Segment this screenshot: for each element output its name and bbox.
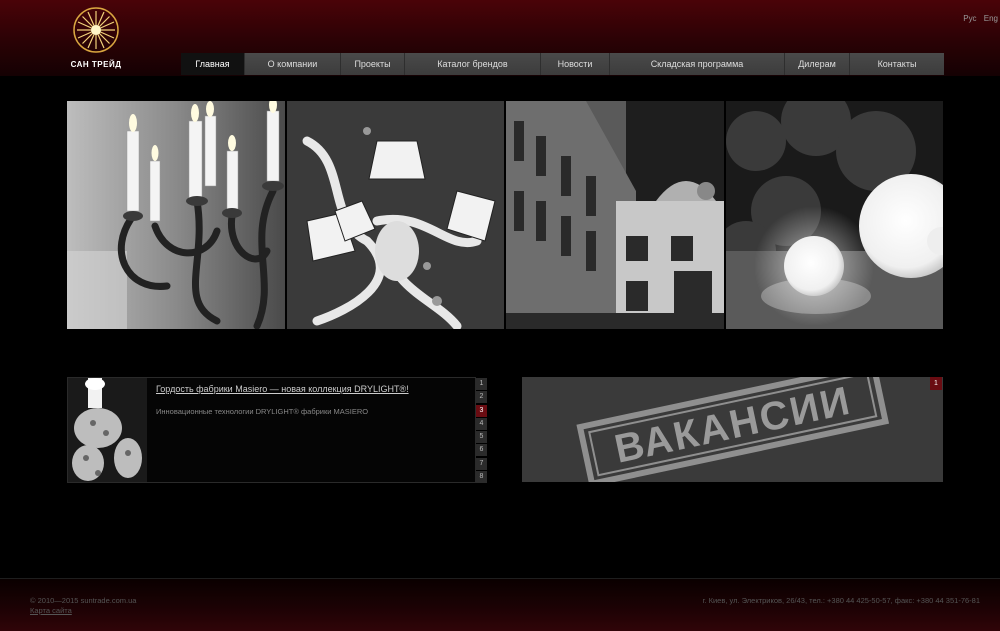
news-description: Инновационные технологии DRYLIGHT® фабри… — [156, 407, 369, 416]
nav-item-projects[interactable]: Проекты — [341, 53, 405, 75]
nav-item-home[interactable]: Главная — [181, 53, 245, 75]
news-page-3[interactable]: 3 — [476, 404, 487, 417]
lang-en-link[interactable]: Eng — [984, 14, 998, 23]
news-block: Гордость фабрики Masiero — новая коллекц… — [67, 377, 487, 484]
nav-item-news[interactable]: Новости — [541, 53, 610, 75]
news-page-6[interactable]: 6 — [476, 444, 487, 457]
news-page-1[interactable]: 1 — [476, 378, 487, 390]
banner-pager: 1 — [930, 377, 942, 391]
nav-item-dealers[interactable]: Дилерам — [785, 53, 850, 75]
logo-text: САН ТРЕЙД — [70, 60, 122, 69]
banner-page-1[interactable]: 1 — [930, 377, 942, 390]
sitemap-link[interactable]: Карта сайта — [30, 606, 72, 615]
news-page-8[interactable]: 8 — [476, 471, 487, 484]
news-pager: 1 2 3 4 5 6 7 8 — [476, 378, 489, 484]
nav-item-contacts[interactable]: Контакты — [850, 53, 944, 75]
vacancies-banner[interactable]: ВАКАНСИИ — [522, 377, 943, 482]
news-page-4[interactable]: 4 — [476, 417, 487, 430]
news-title-link[interactable]: Гордость фабрики Masiero — новая коллекц… — [156, 384, 409, 394]
copyright: © 2010—2015 suntrade.com.ua — [30, 596, 137, 605]
lang-ru-link[interactable]: Рус — [963, 14, 976, 23]
logo[interactable]: САН ТРЕЙД — [62, 6, 130, 72]
news-thumbnail[interactable] — [68, 378, 147, 482]
news-page-2[interactable]: 2 — [476, 391, 487, 404]
site-footer: © 2010—2015 suntrade.com.ua Карта сайта … — [0, 578, 1000, 631]
main-nav: Главная О компании Проекты Каталог бренд… — [181, 53, 944, 75]
gallery-image-spheres[interactable] — [725, 101, 943, 329]
news-page-5[interactable]: 5 — [476, 431, 487, 444]
gallery-image-building[interactable] — [506, 101, 724, 329]
hero-gallery — [67, 101, 943, 329]
sun-logo-icon — [73, 7, 119, 53]
news-page-7[interactable]: 7 — [476, 457, 487, 470]
nav-item-stock-program[interactable]: Складская программа — [610, 53, 785, 75]
nav-item-brand-catalog[interactable]: Каталог брендов — [405, 53, 541, 75]
nav-item-about[interactable]: О компании — [245, 53, 341, 75]
language-switcher: Рус Eng — [958, 14, 998, 23]
contact-address: г. Киев, ул. Электриков, 26/43, тел.: +3… — [702, 596, 980, 605]
gallery-image-candelabra[interactable] — [67, 101, 285, 329]
site-header: САН ТРЕЙД Рус Eng Главная О компании Про… — [0, 0, 1000, 76]
gallery-image-chandelier[interactable] — [286, 101, 504, 329]
